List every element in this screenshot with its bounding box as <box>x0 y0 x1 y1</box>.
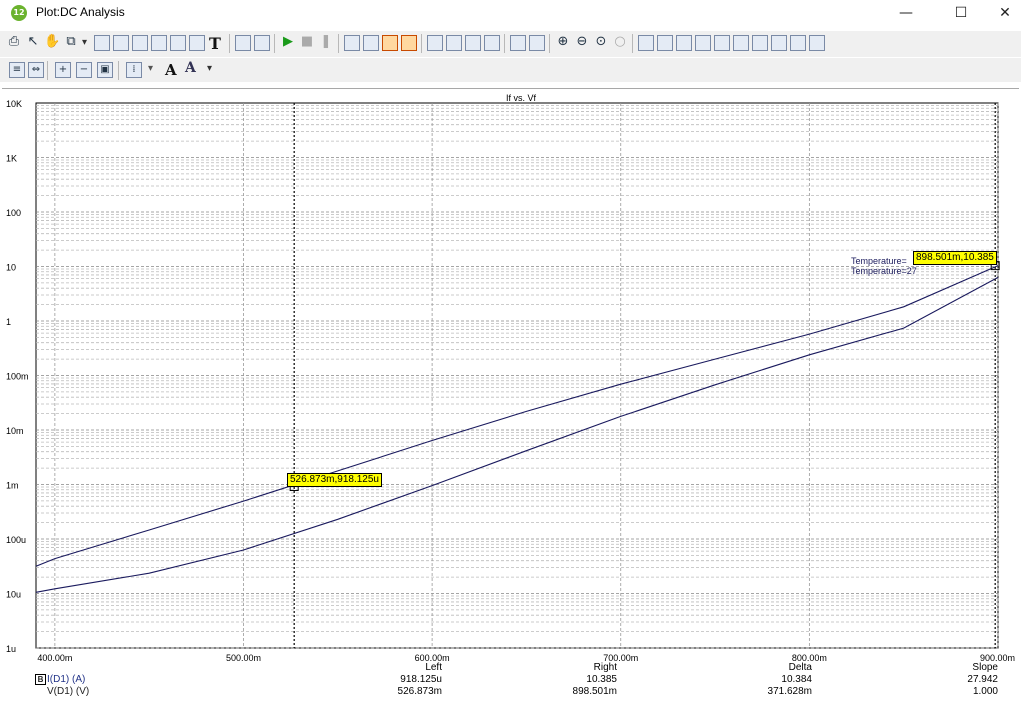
low-icon[interactable] <box>733 35 749 51</box>
y-axis-labels: 1u 10u 100u 1m 10m 100m 1 10 100 1K 10K <box>6 99 29 654</box>
zoom-page-icon[interactable]: ▣ <box>97 62 113 78</box>
app-icon: 12 <box>11 5 27 21</box>
y-tick-label: 10K <box>6 99 22 109</box>
export-icon[interactable] <box>254 35 270 51</box>
cursor-box-icon[interactable] <box>382 35 398 51</box>
text-tool-icon[interactable]: T <box>209 34 221 53</box>
right-cursor-label: 898.501m,10.385 <box>913 251 997 265</box>
y-tick-label: 10u <box>6 590 21 600</box>
y-tick-label: 10 <box>6 263 16 273</box>
maximize-button[interactable]: ☐ <box>938 0 984 27</box>
zoom-fit-icon[interactable]: ⊙ <box>593 35 609 51</box>
grid <box>35 102 999 649</box>
y-tick-label: 1m <box>6 481 19 491</box>
global-high-icon[interactable] <box>790 35 806 51</box>
zoom-disabled-icon[interactable]: ○ <box>612 35 628 51</box>
pan-hand-icon[interactable]: ✋ <box>44 35 60 51</box>
footer-i-slope: 27.942 <box>967 674 998 685</box>
curve-label-top: Temperature= <box>851 256 907 266</box>
y-tick-label: 1K <box>6 154 17 164</box>
y-tick-label: 100 <box>6 208 21 218</box>
scale-x-icon[interactable] <box>344 35 360 51</box>
footer-i-delta: 10.384 <box>781 674 812 685</box>
legend-voltage[interactable]: V(D1) (V) <box>47 686 89 697</box>
legend-current-label: I(D1) (A) <box>47 674 86 686</box>
footer-header-slope: Slope <box>972 662 998 673</box>
zoom-window-icon[interactable] <box>113 35 129 51</box>
high-icon[interactable] <box>714 35 730 51</box>
zoom-extents-icon[interactable] <box>151 35 167 51</box>
font-icon[interactable]: A <box>165 61 177 79</box>
tile-vertical-icon[interactable] <box>529 35 545 51</box>
footer-v-delta: 371.628m <box>767 686 812 697</box>
zoom-in-icon[interactable]: ⊕ <box>555 35 571 51</box>
zoom-out-icon[interactable]: ⊖ <box>574 35 590 51</box>
zoom-in-small-icon[interactable]: + <box>55 62 71 78</box>
fit-height-icon[interactable]: ≡ <box>9 62 25 78</box>
peak-icon[interactable] <box>676 35 692 51</box>
footer-v-right: 898.501m <box>572 686 617 697</box>
y-tick-label: 1u <box>6 644 16 654</box>
y-tick-label: 100u <box>6 535 26 545</box>
grid-dropdown-icon[interactable]: ▾ <box>148 63 153 74</box>
inflection-down-icon[interactable] <box>771 35 787 51</box>
dropdown-arrow-icon[interactable]: ▾ <box>82 37 87 48</box>
fit-width-icon[interactable]: ⇔ <box>28 62 44 78</box>
cursor-box-red-icon[interactable] <box>401 35 417 51</box>
cursor-next-icon[interactable] <box>638 35 654 51</box>
trace-marker-icon: B <box>35 674 46 685</box>
copy-icon[interactable]: ⧉ <box>63 35 79 51</box>
plot-frame: 1u 10u 100u 1m 10m 100m 1 10 100 1K 10K 400.00m 500… <box>2 88 1019 710</box>
print-icon[interactable]: ⎙ <box>6 35 22 51</box>
zoom-reset-icon[interactable] <box>170 35 186 51</box>
x-tick-label: 400.00m <box>37 653 72 663</box>
left-cursor-label: 526.873m,918.125u <box>287 473 382 487</box>
layout-4-icon[interactable] <box>484 35 500 51</box>
curve-label-bottom: Temperature=27 <box>851 266 917 276</box>
footer-v-slope: 1.000 <box>972 686 998 697</box>
global-low-icon[interactable] <box>809 35 825 51</box>
grid-icon[interactable]: ⁞ <box>126 62 142 78</box>
minimize-button[interactable]: — <box>883 0 929 27</box>
inflection-up-icon[interactable] <box>752 35 768 51</box>
window-title: Plot:DC Analysis <box>36 5 125 19</box>
select-arrow-icon[interactable]: ↖ <box>25 35 41 51</box>
font-size-icon[interactable]: A <box>185 60 196 76</box>
zoom-box-icon[interactable] <box>132 35 148 51</box>
footer-i-left: 918.125u <box>400 674 442 685</box>
x-axis-labels: 400.00m 500.00m 600.00m 700.00m 800.00m 900.0… <box>37 653 1015 663</box>
font-dropdown-icon[interactable]: ▾ <box>207 63 212 74</box>
plot-canvas[interactable]: 1u 10u 100u 1m 10m 100m 1 10 100 1K 10K 400.00m 500… <box>2 89 1019 710</box>
x-tick-label: 500.00m <box>226 653 261 663</box>
zoom-out-small-icon[interactable]: − <box>76 62 92 78</box>
tile-horizontal-icon[interactable] <box>510 35 526 51</box>
y-tick-label: 10m <box>6 426 24 436</box>
footer-v-left: 526.873m <box>397 686 442 697</box>
valley-icon[interactable] <box>695 35 711 51</box>
chart-title: If vs. Vf <box>506 93 537 103</box>
layout-1-icon[interactable] <box>427 35 443 51</box>
toolbar-secondary: ≡ ⇔ + − ▣ ⁞ ▾ A A ▾ <box>0 58 1021 82</box>
layout-3-icon[interactable] <box>465 35 481 51</box>
run-icon[interactable]: ▶ <box>280 35 296 51</box>
scale-y-icon[interactable] <box>363 35 379 51</box>
footer-header-right: Right <box>593 662 617 673</box>
pause-icon[interactable]: ❚ <box>318 35 334 51</box>
close-button[interactable]: ✕ <box>982 0 1021 27</box>
footer-header-left: Left <box>425 662 442 673</box>
y-tick-label: 1 <box>6 317 11 327</box>
y-tick-label: 100m <box>6 372 29 382</box>
stop-icon[interactable]: ■ <box>299 35 315 51</box>
footer-header-delta: Delta <box>788 662 812 673</box>
cursor-prev-icon[interactable] <box>657 35 673 51</box>
footer-i-right: 10.385 <box>586 674 617 685</box>
zoom-previous-icon[interactable] <box>189 35 205 51</box>
toolbar-main: ⎙ ↖ ✋ ⧉ ▾ T ▶ ■ ❚ ⊕ ⊖ ⊙ ○ <box>0 31 1021 57</box>
title-bar: 12 Plot:DC Analysis — ☐ ✕ <box>0 0 1021 27</box>
layout-2-icon[interactable] <box>446 35 462 51</box>
trace-properties-icon[interactable] <box>235 35 251 51</box>
legend-current[interactable]: B I(D1) (A) <box>35 674 85 685</box>
graph-window-icon[interactable] <box>94 35 110 51</box>
